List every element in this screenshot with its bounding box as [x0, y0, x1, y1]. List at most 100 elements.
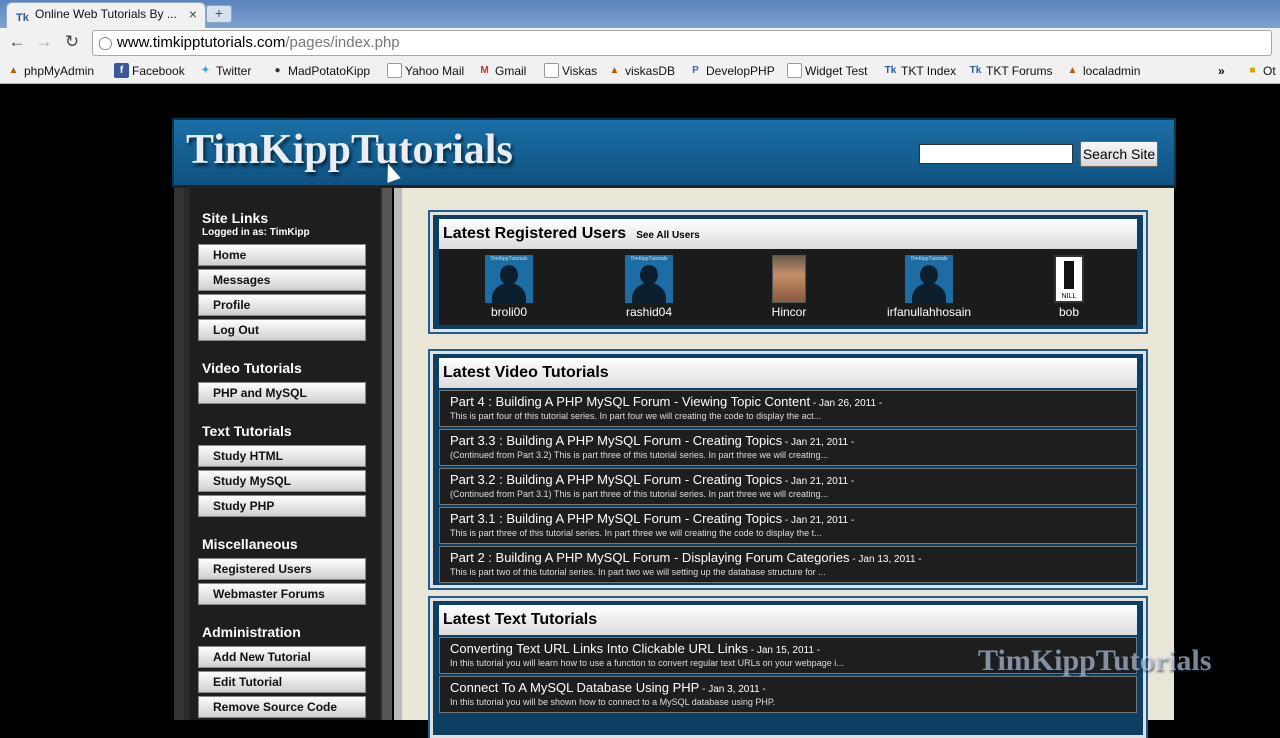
tutorial-description: (Continued from Part 3.2) This is part t…: [450, 450, 828, 460]
bookmark-tkt-forums[interactable]: Tk TKT Forums: [968, 62, 1053, 80]
pma-icon: ▲: [1067, 65, 1078, 76]
forward-button[interactable]: →: [33, 31, 55, 53]
sidebar-item-registered-users[interactable]: Registered Users: [198, 558, 366, 580]
search-site-button[interactable]: Search Site: [1080, 141, 1158, 167]
user-card[interactable]: TimKippTutorials irfanullahhosain: [869, 255, 989, 319]
site-links-heading: Site Links: [202, 210, 269, 226]
video-tutorial-item[interactable]: Part 3.1 : Building A PHP MySQL Forum - …: [439, 507, 1137, 544]
page-icon: [544, 63, 559, 78]
sidebar-item-messages[interactable]: Messages: [198, 269, 366, 291]
tutorial-title: Connect To A MySQL Database Using PHP: [450, 680, 700, 695]
sidebar-item-profile[interactable]: Profile: [198, 294, 366, 316]
new-tab-button[interactable]: +: [206, 5, 232, 23]
video-tutorial-item[interactable]: Part 3.3 : Building A PHP MySQL Forum - …: [439, 429, 1137, 466]
tutorial-date: - Jan 26, 2011 -: [810, 398, 883, 409]
back-button[interactable]: ←: [6, 31, 28, 53]
close-tab-icon[interactable]: ×: [189, 3, 197, 25]
sidebar-item-home[interactable]: Home: [198, 244, 366, 266]
tutorial-title: Part 3.2 : Building A PHP MySQL Forum - …: [450, 472, 783, 487]
tutorial-description: This is part two of this tutorial series…: [450, 567, 826, 577]
page-icon: [787, 63, 802, 78]
tab-strip: Tk Online Web Tutorials By ... × +: [0, 0, 1280, 28]
user-name: rashid04: [625, 305, 673, 319]
tutorial-description: This is part three of this tutorial seri…: [450, 528, 822, 538]
user-name: Hincor: [771, 305, 807, 319]
navigation-bar: ← → ↻ ◯ www.timkipptutorials.com/pages/in…: [0, 28, 1280, 58]
bookmark-widget-test[interactable]: Widget Test: [787, 62, 867, 80]
bookmark-localadmin[interactable]: ▲ localadmin: [1065, 62, 1141, 80]
main-content: Latest Registered Users See All Users Tim…: [394, 188, 1174, 738]
bookmark-madpotatokipp[interactable]: ● MadPotatoKipp: [270, 62, 370, 80]
default-avatar-icon: TimKippTutorials: [905, 255, 953, 303]
tutorial-title: Converting Text URL Links Into Clickable…: [450, 641, 748, 656]
tkt-icon: Tk: [884, 65, 897, 76]
tutorial-date: - Jan 3, 2011 -: [699, 684, 766, 695]
bookmark-gmail[interactable]: M Gmail: [477, 62, 526, 80]
see-all-users-link[interactable]: See All Users: [636, 230, 700, 241]
gmail-icon: M: [480, 65, 489, 76]
video-tutorial-item[interactable]: Part 3.2 : Building A PHP MySQL Forum - …: [439, 468, 1137, 505]
latest-video-tutorials-heading: Latest Video Tutorials: [439, 358, 1137, 388]
bookmark-viskas[interactable]: Viskas: [544, 62, 597, 80]
default-avatar-icon: TimKippTutorials: [485, 255, 533, 303]
browser-tab[interactable]: Tk Online Web Tutorials By ... ×: [6, 2, 206, 28]
url-host: www.timkipptutorials.com: [117, 34, 286, 51]
nill-avatar-icon: NILL: [1054, 255, 1084, 303]
user-card[interactable]: TimKippTutorials rashid04: [589, 255, 709, 319]
site-search-input[interactable]: [919, 144, 1073, 164]
sidebar-item-php-and-mysql[interactable]: PHP and MySQL: [198, 382, 366, 404]
browser-chrome: Tk Online Web Tutorials By ... × + ← → ↻…: [0, 0, 1280, 84]
developphp-icon: P: [692, 65, 699, 76]
miscellaneous-heading: Miscellaneous: [202, 536, 298, 552]
tutorial-date: - Jan 21, 2011 -: [782, 515, 855, 526]
tutorial-date: - Jan 15, 2011 -: [747, 645, 821, 656]
bookmarks-overflow-button[interactable]: »: [1218, 62, 1225, 80]
text-tutorial-item[interactable]: Connect To A MySQL Database Using PHP - …: [439, 676, 1137, 713]
person-icon: ●: [274, 65, 281, 76]
pma-icon: ▲: [8, 65, 19, 76]
latest-users-panel: Latest Registered Users See All Users Tim…: [428, 210, 1148, 334]
site-header: TimKippTutorials Search Site: [172, 118, 1176, 188]
sidebar-item-webmaster-forums[interactable]: Webmaster Forums: [198, 583, 366, 605]
other-bookmarks-button[interactable]: ■ Ot: [1245, 62, 1275, 80]
user-card[interactable]: Hincor: [729, 255, 849, 319]
sidebar-item-study-html[interactable]: Study HTML: [198, 445, 366, 467]
sidebar-item-study-php[interactable]: Study PHP: [198, 495, 366, 517]
site-container: TimKippTutorials Search Site Site Links …: [172, 118, 1176, 738]
sidebar-item-edit-tutorial[interactable]: Edit Tutorial: [198, 671, 366, 693]
users-list: TimKippTutorials broli00 TimKippTutorials…: [439, 249, 1137, 325]
video-tutorials-heading: Video Tutorials: [202, 360, 302, 376]
globe-icon: ◯: [98, 35, 113, 50]
reload-button[interactable]: ↻: [61, 31, 83, 53]
tutorial-title: Part 3.3 : Building A PHP MySQL Forum - …: [450, 433, 783, 448]
text-tutorials-heading: Text Tutorials: [202, 423, 292, 439]
tutorial-description: (Continued from Part 3.1) This is part t…: [450, 489, 828, 499]
sidebar-item-remove-source-code[interactable]: Remove Source Code: [198, 696, 366, 718]
bookmark-twitter[interactable]: ✦ Twitter: [198, 62, 251, 80]
bookmark-developphp[interactable]: P DevelopPHP: [688, 62, 775, 80]
folder-icon: ■: [1249, 65, 1256, 76]
bookmarks-bar: ▲ phpMyAdmin f Facebook ✦ Twitter ● MadPotat…: [0, 58, 1280, 84]
video-tutorial-item[interactable]: Part 2 : Building A PHP MySQL Forum - Di…: [439, 546, 1137, 583]
user-photo-avatar: [772, 255, 806, 303]
default-avatar-icon: TimKippTutorials: [625, 255, 673, 303]
sidebar-item-add-new-tutorial[interactable]: Add New Tutorial: [198, 646, 366, 668]
sidebar-item-study-mysql[interactable]: Study MySQL: [198, 470, 366, 492]
bookmark-tkt-index[interactable]: Tk TKT Index: [883, 62, 956, 80]
user-card[interactable]: NILL bob: [1009, 255, 1129, 319]
video-tutorial-item[interactable]: Part 4 : Building A PHP MySQL Forum - Vi…: [439, 390, 1137, 427]
user-card[interactable]: TimKippTutorials broli00: [449, 255, 569, 319]
latest-video-tutorials-panel: Latest Video Tutorials Part 4 : Building…: [428, 349, 1148, 590]
site-logo[interactable]: TimKippTutorials: [186, 126, 513, 174]
address-bar[interactable]: ◯ www.timkipptutorials.com/pages/index.ph…: [92, 30, 1272, 56]
bookmark-yahoo-mail[interactable]: Yahoo Mail: [387, 62, 464, 80]
user-name: broli00: [490, 305, 528, 319]
bookmark-facebook[interactable]: f Facebook: [114, 62, 185, 80]
sidebar-item-log-out[interactable]: Log Out: [198, 319, 366, 341]
page-icon: [387, 63, 402, 78]
bookmark-viskasdb[interactable]: ▲ viskasDB: [607, 62, 675, 80]
tutorial-date: - Jan 21, 2011 -: [782, 437, 855, 448]
bookmark-phpmyadmin[interactable]: ▲ phpMyAdmin: [6, 62, 94, 80]
sidebar: Site Links Logged in as: TimKipp Home Me…: [174, 188, 392, 720]
tutorial-date: - Jan 21, 2011 -: [782, 476, 855, 487]
